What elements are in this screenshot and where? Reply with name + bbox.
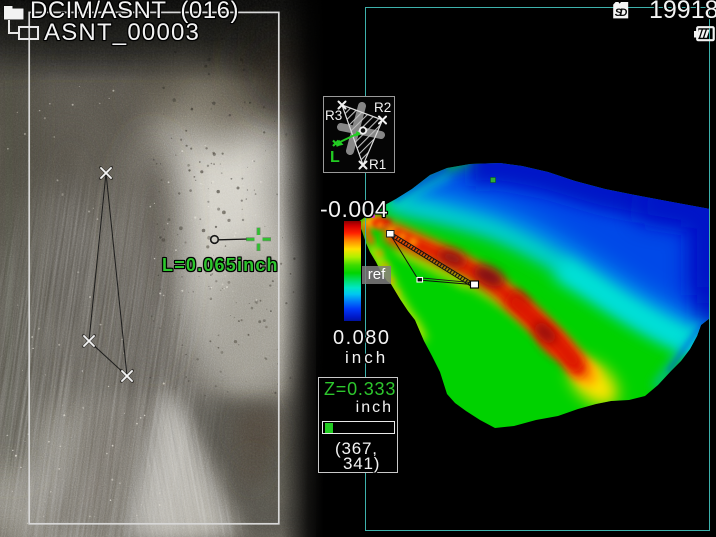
svg-text:R2: R2 xyxy=(374,100,391,115)
svg-text:R3: R3 xyxy=(325,108,342,123)
svg-text:L: L xyxy=(330,149,340,166)
svg-text:R1: R1 xyxy=(369,157,386,171)
svg-text:SD: SD xyxy=(615,7,628,19)
